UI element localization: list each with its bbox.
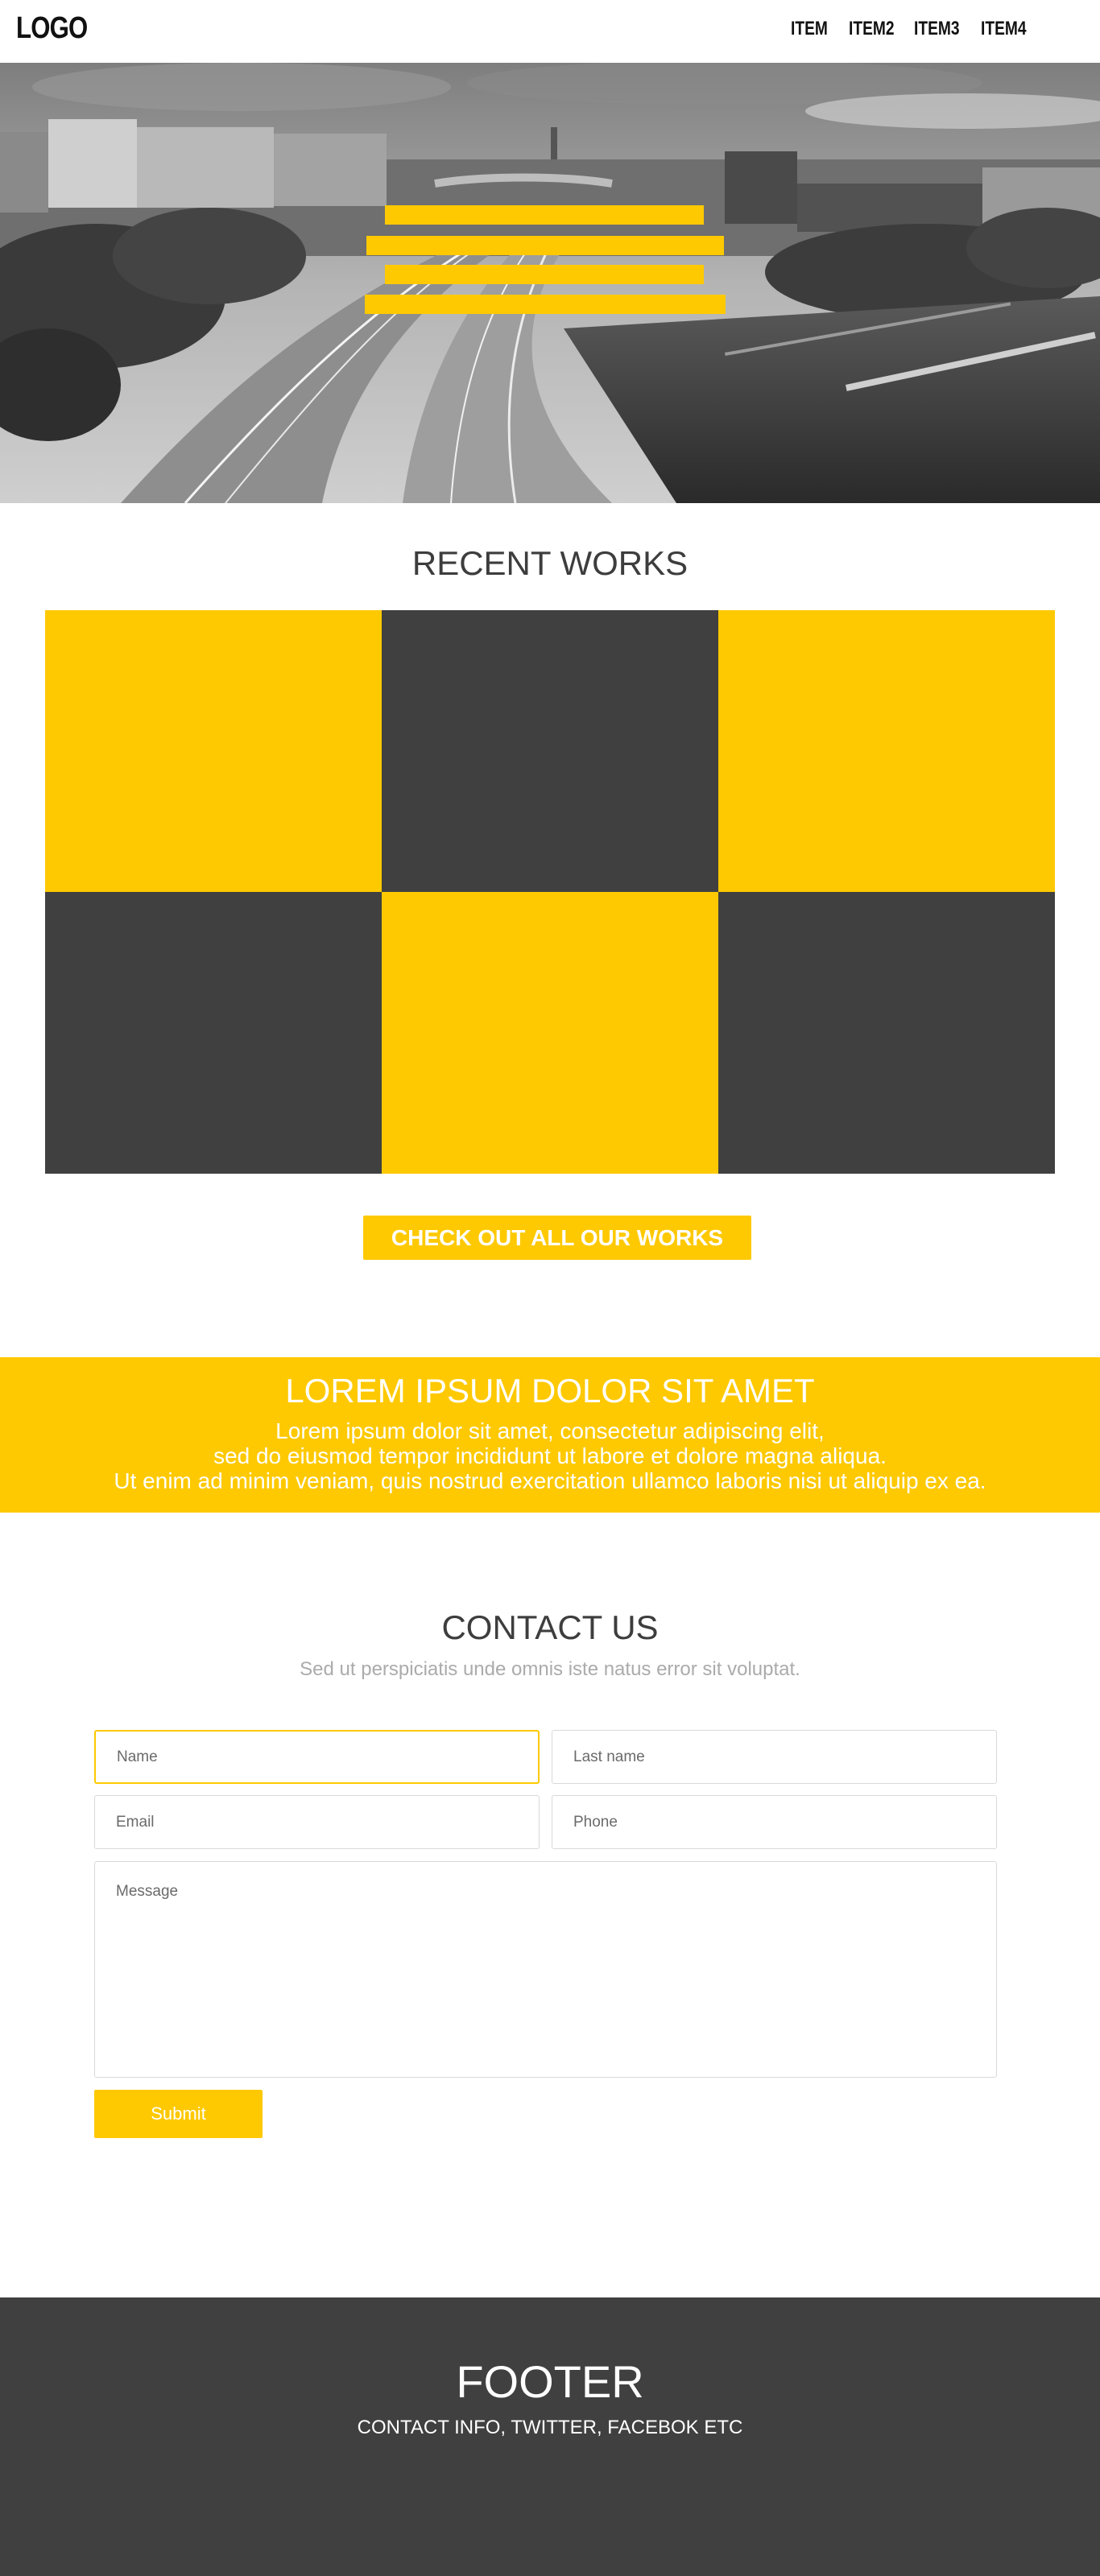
banner-text-line-3: Ut enim ad minim veniam, quis nostrud ex…: [114, 1468, 986, 1493]
hero-bar-4: [365, 295, 726, 314]
main-nav: ITEM ITEM2 ITEM3 ITEM4: [0, 18, 1100, 42]
hero-banner: [0, 63, 1100, 503]
name-field[interactable]: [94, 1730, 540, 1784]
work-tile-6[interactable]: [718, 892, 1055, 1174]
check-out-works-button[interactable]: CHECK OUT ALL OUR WORKS: [363, 1216, 751, 1260]
lorem-banner: LOREM IPSUM DOLOR SIT AMET Lorem ipsum d…: [0, 1357, 1100, 1513]
nav-item-2[interactable]: ITEM2: [849, 18, 895, 40]
site-header: LOGO ITEM ITEM2 ITEM3 ITEM4: [0, 0, 1100, 63]
contact-subtitle: Sed ut perspiciatis unde omnis iste natu…: [300, 1658, 800, 1680]
phone-field[interactable]: [552, 1795, 997, 1849]
work-tile-2[interactable]: [382, 610, 718, 892]
footer-info: CONTACT INFO, TWITTER, FACEBOK ETC: [357, 2417, 743, 2438]
hero-bar-1: [385, 205, 704, 225]
site-footer: FOOTER CONTACT INFO, TWITTER, FACEBOK ET…: [0, 2297, 1100, 2576]
message-field[interactable]: [94, 1861, 997, 2078]
recent-works-title: RECENT WORKS: [411, 544, 689, 582]
nav-item-4[interactable]: ITEM4: [981, 18, 1027, 40]
banner-title: LOREM IPSUM DOLOR SIT AMET: [285, 1372, 815, 1410]
work-tile-1[interactable]: [45, 610, 382, 892]
hero-bar-3: [385, 265, 704, 284]
submit-button[interactable]: Submit: [94, 2090, 263, 2138]
email-field[interactable]: [94, 1795, 540, 1849]
work-tile-3[interactable]: [718, 610, 1055, 892]
hero-bar-2: [366, 236, 724, 255]
banner-text-line-2: sed do eiusmod tempor incididunt ut labo…: [213, 1443, 887, 1468]
contact-title: CONTACT US: [441, 1608, 659, 1646]
nav-item-3[interactable]: ITEM3: [914, 18, 960, 40]
last-name-field[interactable]: [552, 1730, 997, 1784]
footer-title: FOOTER: [456, 2356, 644, 2407]
works-grid: [45, 610, 1055, 1174]
work-tile-4[interactable]: [45, 892, 382, 1174]
banner-text-line-1: Lorem ipsum dolor sit amet, consectetur …: [275, 1418, 825, 1443]
nav-item-1[interactable]: ITEM: [791, 18, 828, 40]
work-tile-5[interactable]: [382, 892, 718, 1174]
